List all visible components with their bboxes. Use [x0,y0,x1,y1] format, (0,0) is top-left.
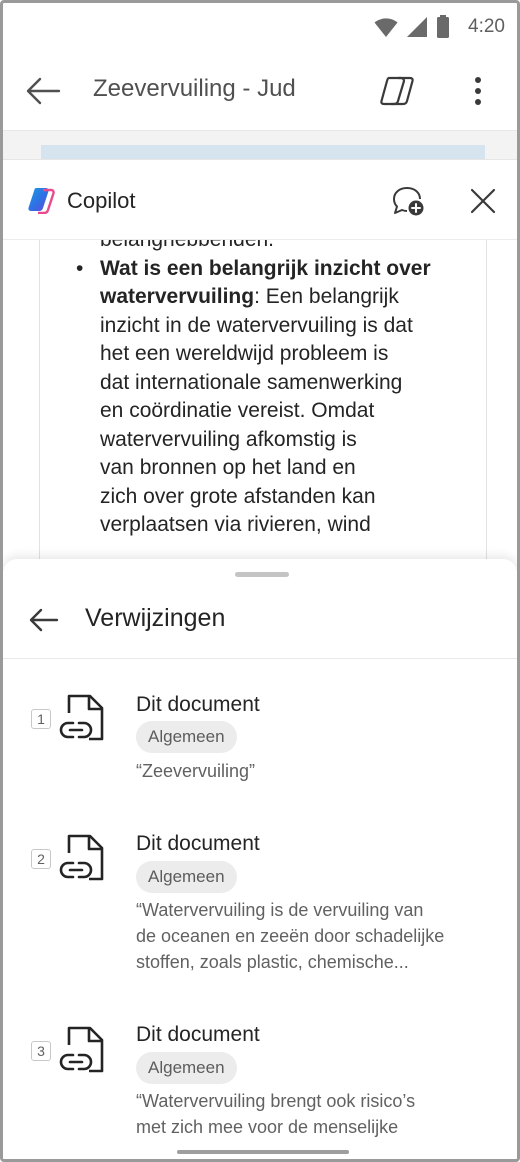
references-title: Verwijzingen [85,604,226,632]
reference-quote: “Watervervuiling is de vervuiling van de… [136,897,486,975]
status-icons: 4:20 [374,15,505,39]
quote-line: met zich mee voor de menselijke [136,1117,399,1137]
home-indicator[interactable] [177,1150,349,1154]
close-icon [470,188,496,214]
response-line: belanghebbenden. [40,240,460,255]
reference-tag: Algemeen [136,1052,237,1084]
cell-signal-icon [407,17,428,37]
linked-document-icon [59,694,104,741]
wifi-icon [374,18,398,37]
response-line: dat internationale samenwerking [100,370,403,394]
response-line: watervervuiling afkomstig is [100,427,357,451]
copilot-button[interactable] [377,71,417,111]
reference-tag: Algemeen [136,721,237,753]
sheet-drag-handle[interactable] [235,572,289,577]
reference-quote: “Watervervuiling brengt ook risico’s met… [136,1088,486,1140]
response-line: : Een belangrijk [254,285,399,308]
quote-line: “Watervervuiling brengt ook risico’s [136,1091,416,1111]
phone-screen: 4:20 Zeevervuiling - Jud Copilot • Wat i… [0,0,520,1162]
response-line: inzicht in de watervervuiling is dat [100,313,413,337]
quote-line: stoffen, zoals plastic, chemische... [136,952,409,972]
linked-document-icon [59,1026,104,1073]
response-line: verplaatsen via rivieren, wind [100,513,371,536]
status-time: 4:20 [468,16,505,37]
reference-quote: “Zeevervuiling” [136,758,486,784]
bullet-heading: watervervuiling [100,285,255,308]
more-options-button[interactable] [463,71,493,111]
response-list: • Wat is een belangrijk inzicht over wat… [40,255,460,540]
back-button[interactable] [23,73,63,109]
reference-title: Dit document [136,693,260,716]
bullet-heading: Wat is een belangrijk inzicht over [100,256,431,280]
linked-document-icon [59,834,104,881]
response-line: van bronnen op het land en [100,456,356,479]
quote-line: “Zeevervuiling” [136,761,256,781]
copilot-icon [380,76,414,106]
arrow-left-icon [29,608,59,632]
references-sheet: Verwijzingen 1 Dit document Algemeen “Ze… [3,559,517,1159]
new-chat-icon [393,187,424,216]
response-line: het een wereldwijd probleem is [100,342,389,365]
references-back-button[interactable] [25,601,63,639]
reference-title: Dit document [136,832,260,855]
reference-number: 1 [31,709,51,729]
close-copilot-button[interactable] [465,182,501,220]
app-bar: Zeevervuiling - Jud [3,53,517,131]
reference-number: 2 [31,849,51,869]
reference-tag: Algemeen [136,861,237,893]
document-title: Zeevervuiling - Jud [93,75,296,102]
more-vertical-icon [475,77,481,105]
quote-line: de oceanen en zeeën door schadelijke [136,926,445,946]
copilot-logo-icon [28,188,55,214]
list-item: • Wat is een belangrijk inzicht over wat… [40,255,460,540]
quote-line: “Watervervuiling is de vervuiling van [136,900,424,920]
reference-title: Dit document [136,1023,260,1046]
bullet: • [76,256,84,280]
document-header-band [41,145,485,159]
arrow-left-icon [26,77,61,105]
copilot-response-text: belanghebbenden. • Wat is een belangrijk… [40,240,460,540]
copilot-pane: Copilot belanghebbenden. [3,159,517,570]
response-line: zich over grote afstanden kan [100,484,376,508]
response-line: en coördinatie vereist. Omdat [100,399,375,422]
status-bar: 4:20 [3,3,517,53]
battery-icon [437,15,450,38]
reference-number: 3 [31,1041,51,1061]
copilot-title: Copilot [67,188,136,213]
references-header: Verwijzingen [3,589,517,659]
copilot-header: Copilot [3,160,517,240]
new-chat-button[interactable] [389,182,427,220]
copilot-response: belanghebbenden. • Wat is een belangrijk… [39,240,487,570]
